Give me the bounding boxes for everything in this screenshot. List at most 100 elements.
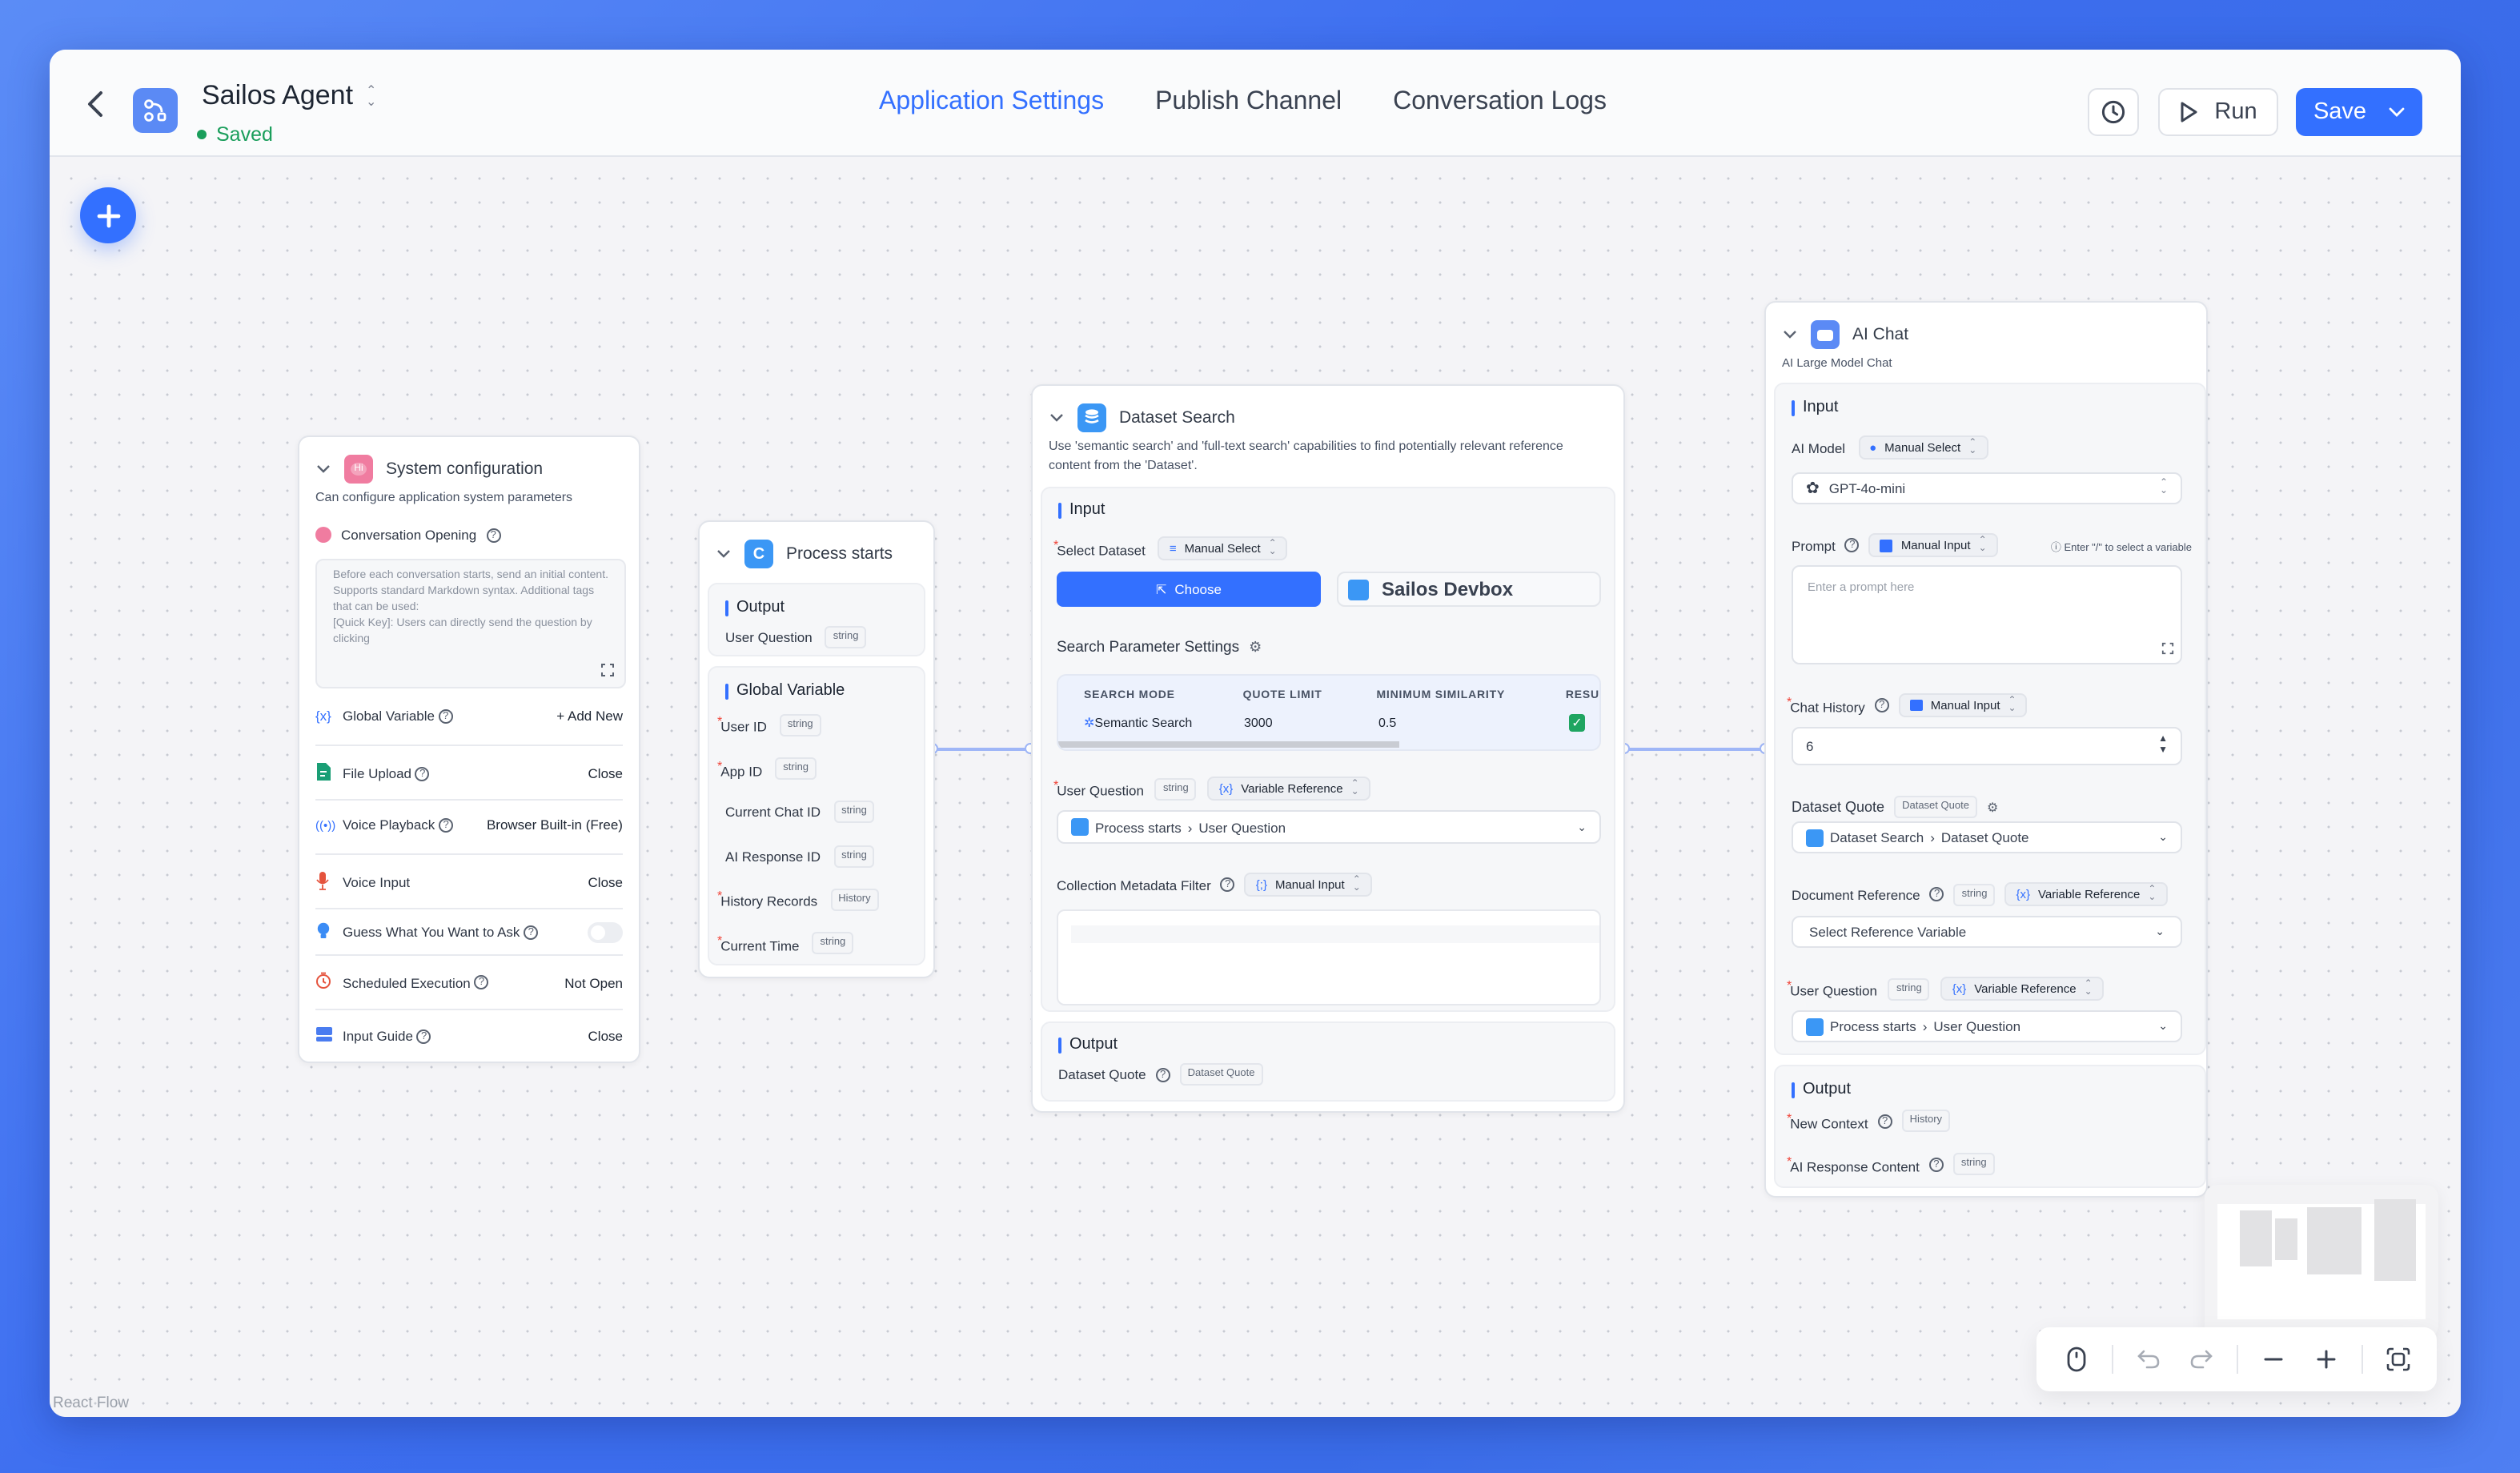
tab-publish-channel[interactable]: Publish Channel bbox=[1155, 88, 1342, 117]
mouse-mode-button[interactable] bbox=[2058, 1342, 2093, 1377]
ai-model-mode[interactable]: ● Manual Select ⌃ ⌄ bbox=[1858, 435, 1988, 460]
gear-icon[interactable]: ⚙ bbox=[1249, 639, 1262, 656]
help-icon[interactable]: ? bbox=[1928, 1157, 1944, 1171]
scheduled-execution-setting[interactable]: Not Open bbox=[564, 974, 623, 990]
node-title: AI Chat bbox=[1852, 325, 1909, 344]
plus-icon bbox=[96, 203, 120, 227]
help-icon[interactable]: ? bbox=[439, 817, 454, 832]
prompt-mode[interactable]: Manual Input ⌃ ⌄ bbox=[1868, 533, 1998, 557]
dataset-quote-select[interactable]: Dataset Search › Dataset Quote ⌄ bbox=[1792, 821, 2182, 853]
global-variable-item: AI Response ID string bbox=[717, 834, 916, 878]
help-icon[interactable]: ? bbox=[1929, 887, 1944, 901]
variable-icon: {x} bbox=[315, 708, 331, 724]
expand-icon[interactable] bbox=[2161, 642, 2174, 655]
chevron-down-icon[interactable] bbox=[1049, 410, 1065, 426]
user-question-select[interactable]: Process starts › User Question ⌄ bbox=[1057, 810, 1601, 844]
workflow-canvas[interactable]: Hi System configuration Can configure ap… bbox=[50, 157, 2461, 1417]
zoom-in-button[interactable] bbox=[2308, 1342, 2343, 1377]
horizontal-scrollbar[interactable] bbox=[1058, 741, 1399, 748]
stepper-arrows-icon: ▲ ▼ bbox=[2158, 735, 2168, 756]
help-icon[interactable]: ? bbox=[1844, 538, 1860, 552]
gear-icon[interactable]: ⚙ bbox=[1987, 800, 1998, 814]
app-name: Sailos Agent bbox=[202, 80, 354, 110]
node-system-configuration[interactable]: Hi System configuration Can configure ap… bbox=[298, 435, 640, 1063]
output-item: *New Context ? History bbox=[1787, 1110, 1951, 1132]
chevron-down-icon bbox=[2389, 107, 2405, 117]
chat-history-number-input[interactable]: 6 ▲ ▼ bbox=[1792, 727, 2182, 765]
choose-dataset-button[interactable]: ⇱ Choose bbox=[1057, 572, 1321, 607]
document-reference-mode[interactable]: {x} Variable Reference ⌃ ⌄ bbox=[2004, 882, 2168, 906]
select-dataset-mode[interactable]: ≡ Manual Select ⌃ ⌄ bbox=[1158, 536, 1288, 560]
save-button[interactable]: Save bbox=[2296, 88, 2422, 136]
back-button[interactable] bbox=[85, 88, 107, 120]
add-node-button[interactable] bbox=[80, 187, 136, 243]
chevron-down-icon: ⌄ bbox=[1577, 822, 1587, 833]
file-upload-setting[interactable]: Close bbox=[588, 765, 623, 781]
help-icon[interactable]: ? bbox=[1155, 1067, 1170, 1082]
history-button[interactable] bbox=[2088, 88, 2139, 136]
output-item: *AI Response Content ? string bbox=[1787, 1153, 1995, 1175]
node-ai-chat[interactable]: AI Chat AI Large Model Chat Input AI Mod… bbox=[1764, 301, 2208, 1198]
document-reference-select[interactable]: Select Reference Variable ⌄ bbox=[1792, 916, 2182, 948]
minimap-node bbox=[2240, 1210, 2272, 1266]
help-icon[interactable]: ? bbox=[524, 925, 539, 939]
user-question-select[interactable]: Process starts › User Question ⌄ bbox=[1792, 1010, 2182, 1042]
voice-input-setting[interactable]: Close bbox=[588, 874, 623, 890]
help-icon[interactable]: ? bbox=[1874, 698, 1889, 712]
ai-model-select[interactable]: ✿ GPT-4o-mini ⌃ ⌄ bbox=[1792, 472, 2182, 504]
global-variable-item: Current Chat ID string bbox=[717, 790, 916, 834]
user-question-mode[interactable]: {x} Variable Reference ⌃ ⌄ bbox=[1940, 977, 2104, 1001]
tab-conversation-logs[interactable]: Conversation Logs bbox=[1393, 88, 1607, 117]
app-logo bbox=[133, 88, 178, 133]
updown-icon: ⌃ ⌄ bbox=[366, 83, 377, 109]
user-question-mode[interactable]: {x} Variable Reference ⌃ ⌄ bbox=[1207, 777, 1370, 801]
chevron-down-icon[interactable] bbox=[315, 461, 331, 477]
plus-icon bbox=[2316, 1350, 2335, 1369]
timer-icon bbox=[315, 972, 343, 993]
start-icon: C bbox=[744, 540, 773, 568]
help-icon[interactable]: ? bbox=[416, 1029, 431, 1043]
help-icon[interactable]: ? bbox=[1220, 877, 1235, 892]
clock-icon bbox=[2101, 100, 2125, 124]
metadata-filter-editor[interactable] bbox=[1057, 909, 1601, 1005]
undo-button[interactable] bbox=[2130, 1342, 2165, 1377]
chevron-down-icon[interactable] bbox=[716, 546, 732, 562]
expand-icon[interactable] bbox=[600, 663, 615, 677]
zoom-out-button[interactable] bbox=[2255, 1342, 2290, 1377]
global-variable-section: Global Variable *User ID string *App ID str… bbox=[708, 666, 925, 965]
search-params-table[interactable]: SEARCH MODE QUOTE LIMIT MINIMUM SIMILARI… bbox=[1057, 674, 1601, 751]
search-params-label: Search Parameter Settings ⚙ bbox=[1057, 639, 1262, 656]
chevron-down-icon[interactable] bbox=[1782, 327, 1798, 343]
type-tag: string bbox=[812, 932, 854, 955]
voice-playback-setting[interactable]: Browser Built-in (Free) bbox=[487, 817, 623, 833]
add-global-variable-button[interactable]: + Add New bbox=[556, 708, 623, 724]
help-icon[interactable]: ? bbox=[438, 708, 453, 723]
input-section: Input AI Model ● Manual Select ⌃ ⌄ ✿ GPT-4o… bbox=[1774, 383, 2206, 1055]
minimap[interactable] bbox=[2205, 1185, 2438, 1339]
input-guide-setting[interactable]: Close bbox=[588, 1028, 623, 1044]
prompt-textarea[interactable]: Enter a prompt here bbox=[1792, 565, 2182, 664]
semantic-search-icon: ✲ bbox=[1084, 716, 1095, 730]
run-button[interactable]: Run bbox=[2158, 88, 2278, 136]
type-tag: string bbox=[833, 845, 875, 868]
help-icon[interactable]: ? bbox=[415, 766, 430, 781]
redo-button[interactable] bbox=[2183, 1342, 2218, 1377]
metadata-filter-mode[interactable]: {;} Manual Input ⌃ ⌄ bbox=[1244, 873, 1372, 897]
app-name-switcher[interactable]: Sailos Agent ⌃ ⌄ bbox=[202, 80, 376, 112]
help-icon[interactable]: ? bbox=[1877, 1114, 1892, 1128]
opening-textarea[interactable]: Before each conversation starts, send an… bbox=[315, 559, 626, 688]
row-guess-questions: Guess What You Want to Ask ? bbox=[315, 921, 623, 943]
selected-dataset-card[interactable]: Sailos Devbox bbox=[1337, 572, 1601, 607]
tab-application-settings[interactable]: Application Settings bbox=[879, 88, 1104, 117]
start-icon bbox=[1806, 1017, 1824, 1035]
node-dataset-search[interactable]: Dataset Search Use 'semantic search' and… bbox=[1031, 384, 1625, 1113]
help-icon[interactable]: ? bbox=[486, 528, 501, 542]
node-process-starts[interactable]: C Process starts Output User Question st… bbox=[698, 520, 935, 978]
react-flow-attribution[interactable]: React Flow bbox=[53, 1395, 129, 1412]
chat-history-mode[interactable]: Manual Input ⌃ ⌄ bbox=[1898, 693, 2028, 717]
minimap-node bbox=[2307, 1207, 2361, 1274]
guess-questions-toggle[interactable] bbox=[588, 921, 623, 942]
help-icon[interactable]: ? bbox=[474, 975, 489, 989]
database-icon: ≡ bbox=[1169, 541, 1177, 556]
fit-view-button[interactable] bbox=[2380, 1342, 2415, 1377]
